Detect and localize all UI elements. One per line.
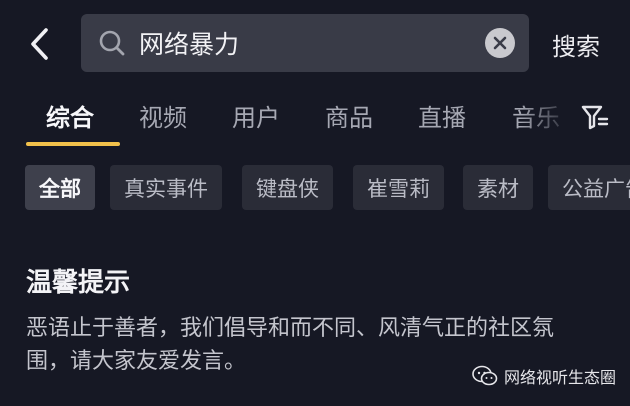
- tab-products[interactable]: 商品: [325, 98, 373, 133]
- chip-sulli[interactable]: 崔雪莉: [353, 165, 444, 210]
- back-button[interactable]: [18, 22, 62, 66]
- result-type-tabs: 综合 视频 用户 商品 直播 音乐: [0, 90, 630, 146]
- search-icon: [97, 28, 127, 58]
- sub-category-chips: 全部 真实事件 键盘侠 崔雪莉 素材 公益广告: [0, 160, 630, 216]
- tab-videos[interactable]: 视频: [139, 98, 187, 133]
- wechat-icon: [472, 365, 498, 386]
- search-input[interactable]: [139, 23, 485, 63]
- watermark: 网络视听生态圈: [472, 364, 616, 388]
- search-results-screen: 搜索 综合 视频 用户 商品 直播 音乐 全部 真实事件 键盘侠 崔雪莉 素材 …: [0, 0, 630, 406]
- filter-button[interactable]: [578, 100, 612, 134]
- clear-icon: [493, 36, 507, 50]
- tab-comprehensive[interactable]: 综合: [46, 98, 94, 133]
- chip-materials[interactable]: 素材: [463, 165, 533, 210]
- chip-public-service-ads[interactable]: 公益广告: [548, 165, 630, 210]
- tab-live[interactable]: 直播: [418, 98, 466, 133]
- chevron-left-icon: [31, 28, 48, 60]
- chip-real-events[interactable]: 真实事件: [110, 165, 222, 210]
- tab-music[interactable]: 音乐: [512, 98, 560, 133]
- notice-title: 温馨提示: [26, 268, 131, 298]
- watermark-text: 网络视听生态圈: [504, 368, 617, 387]
- search-submit-button[interactable]: 搜索: [552, 27, 600, 62]
- clear-search-button[interactable]: [485, 28, 515, 58]
- chip-keyboard-warrior[interactable]: 键盘侠: [242, 165, 333, 210]
- chip-all[interactable]: 全部: [25, 165, 95, 210]
- tab-users[interactable]: 用户: [232, 98, 280, 133]
- search-box[interactable]: [81, 14, 529, 72]
- filter-icon: [581, 105, 609, 130]
- active-tab-indicator: [26, 142, 120, 146]
